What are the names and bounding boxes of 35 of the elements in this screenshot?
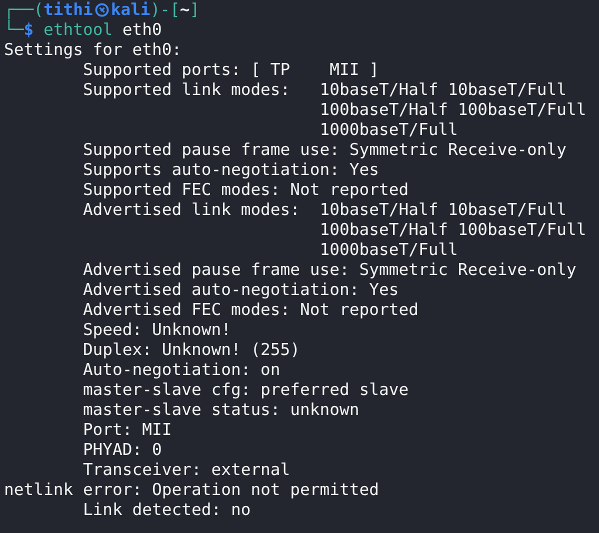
output-line: Speed: Unknown! <box>82 320 231 340</box>
output-line: PHYAD: 0 <box>82 440 162 460</box>
output-line: 1000baseT/Full <box>320 120 458 140</box>
output-line: master-slave status: unknown <box>82 400 360 420</box>
prompt-frame: ] <box>190 0 200 20</box>
output-line: Advertised pause frame use: Symmetric Receive-only <box>82 260 576 280</box>
output-line: Settings for eth0: <box>4 40 182 60</box>
prompt-frame: └─ <box>4 20 24 40</box>
prompt-frame: )-[ <box>150 0 180 20</box>
command-argument: eth0 <box>122 20 162 40</box>
output-line: 100baseT/Half 100baseT/Full <box>320 100 586 120</box>
output-line: Supported FEC modes: Not reported <box>82 180 409 200</box>
prompt-symbol: $ <box>24 20 34 40</box>
output-line: Supports auto-negotiation: Yes <box>82 160 379 180</box>
prompt-user: tithi <box>43 0 93 20</box>
output-line: Port: MII <box>82 420 172 440</box>
prompt-host: kali <box>110 0 150 20</box>
command-name: ethtool <box>43 20 113 40</box>
output-line: 1000baseT/Full <box>320 240 458 260</box>
output-line: Supported link modes: 10baseT/Half 10baseT/Full <box>82 80 566 100</box>
output-line: Advertised link modes: 10baseT/Half 10baseT/Full <box>82 200 566 220</box>
output-line: 100baseT/Half 100baseT/Full <box>320 220 586 240</box>
output-line: Transceiver: external <box>82 460 290 480</box>
output-line: Duplex: Unknown! (255) <box>82 340 300 360</box>
output-line: netlink error: Operation not permitted <box>4 480 379 500</box>
circle-mark-icon <box>94 3 109 17</box>
prompt-directory: ~ <box>180 0 190 20</box>
output-line: master-slave cfg: preferred slave <box>82 380 409 400</box>
output-line: Auto-negotiation: on <box>82 360 280 380</box>
output-line: Advertised auto-negotiation: Yes <box>82 280 399 300</box>
output-line: Link detected: no <box>82 500 251 520</box>
output-line: Supported pause frame use: Symmetric Receive-only <box>82 140 566 160</box>
output-line: Supported ports: [ TP MII ] <box>82 60 379 80</box>
output-line: Advertised FEC modes: Not reported <box>82 300 418 320</box>
prompt-frame: ┌──( <box>4 0 44 20</box>
